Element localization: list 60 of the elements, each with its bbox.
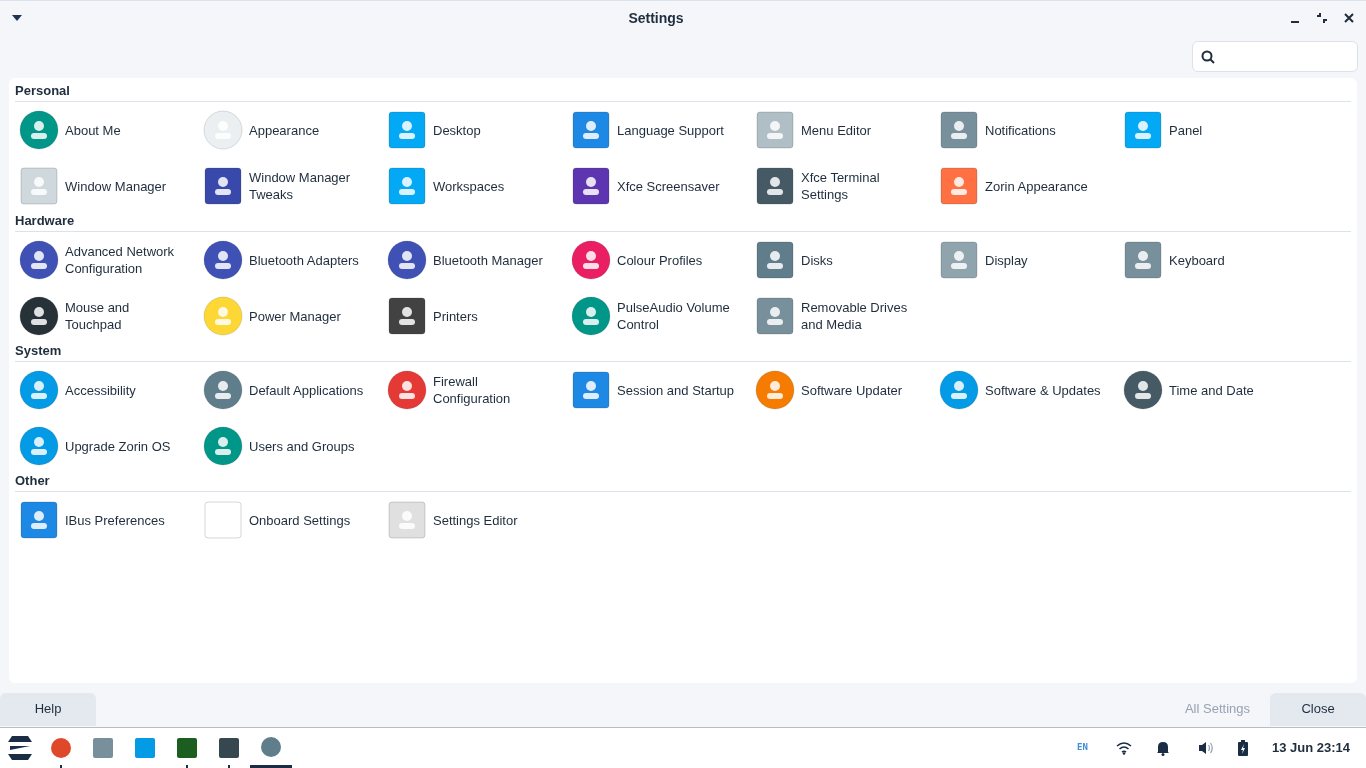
settings-item[interactable]: Time and Date bbox=[1119, 362, 1303, 418]
settings-item[interactable]: Software Updater bbox=[751, 362, 935, 418]
settings-item[interactable]: Xfce Screensaver bbox=[567, 158, 751, 214]
settings-item[interactable]: Workspaces bbox=[383, 158, 567, 214]
settings-item[interactable]: Display bbox=[935, 232, 1119, 288]
settings-item[interactable]: Desktop bbox=[383, 102, 567, 158]
search-field[interactable] bbox=[1192, 41, 1358, 72]
clock[interactable]: 13 Jun 23:14 bbox=[1271, 738, 1350, 758]
restore-icon[interactable] bbox=[1316, 12, 1328, 24]
settings-item[interactable]: Menu Editor bbox=[751, 102, 935, 158]
settings-item[interactable]: Appearance bbox=[199, 102, 383, 158]
settings-item[interactable]: Keyboard bbox=[1119, 232, 1303, 288]
running-indicator bbox=[186, 765, 188, 768]
settings-item[interactable]: Power Manager bbox=[199, 288, 383, 344]
wifi-icon[interactable] bbox=[1115, 741, 1132, 755]
section-heading: Personal bbox=[15, 81, 70, 100]
settings-item[interactable]: Software & Updates bbox=[935, 362, 1119, 418]
settings-item[interactable]: Advanced Network Configuration bbox=[15, 232, 199, 288]
settings-item[interactable]: Panel bbox=[1119, 102, 1303, 158]
help-button[interactable]: Help bbox=[0, 692, 96, 726]
settings-item[interactable]: Settings Editor bbox=[383, 492, 567, 548]
menu-caret-icon[interactable] bbox=[12, 15, 22, 21]
section-heading: Other bbox=[15, 471, 50, 490]
close-icon[interactable] bbox=[1344, 13, 1354, 23]
close-button[interactable]: Close bbox=[1270, 692, 1366, 726]
settings-item[interactable]: Colour Profiles bbox=[567, 232, 751, 288]
settings-item[interactable]: Window Manager Tweaks bbox=[199, 158, 383, 214]
running-indicator bbox=[228, 765, 230, 768]
settings-item[interactable]: Firewall Configuration bbox=[383, 362, 567, 418]
settings-item[interactable]: IBus Preferences bbox=[15, 492, 199, 548]
settings-item[interactable]: Notifications bbox=[935, 102, 1119, 158]
search-icon bbox=[1201, 49, 1215, 64]
settings-item[interactable]: Upgrade Zorin OS bbox=[15, 418, 199, 474]
settings-item[interactable]: About Me bbox=[15, 102, 199, 158]
section-heading: System bbox=[15, 341, 62, 360]
settings-item[interactable]: Accessibility bbox=[15, 362, 199, 418]
volume-icon[interactable] bbox=[1197, 741, 1214, 755]
settings-item[interactable]: Zorin Appearance bbox=[935, 158, 1119, 214]
settings-item[interactable]: Onboard Settings bbox=[199, 492, 383, 548]
settings-item[interactable]: Disks bbox=[751, 232, 935, 288]
settings-item[interactable]: Window Manager bbox=[15, 158, 199, 214]
zorin-logo-icon[interactable] bbox=[6, 735, 34, 761]
settings-item[interactable]: Bluetooth Adapters bbox=[199, 232, 383, 288]
settings-item[interactable]: Users and Groups bbox=[199, 418, 383, 474]
settings-item[interactable]: PulseAudio Volume Control bbox=[567, 288, 751, 344]
person-icon bbox=[203, 426, 243, 466]
battery-icon[interactable] bbox=[1237, 740, 1248, 756]
settings-item[interactable]: Removable Drives and Media bbox=[751, 288, 935, 344]
person-icon bbox=[19, 110, 59, 150]
settings-item[interactable]: Default Applications bbox=[199, 362, 383, 418]
settings-item[interactable]: Language Support bbox=[567, 102, 751, 158]
running-indicator bbox=[60, 765, 62, 768]
section-heading: Hardware bbox=[15, 211, 75, 230]
settings-item[interactable]: Mouse and Touchpad bbox=[15, 288, 199, 344]
settings-item[interactable]: Bluetooth Manager bbox=[383, 232, 567, 288]
settings-item[interactable]: Xfce Terminal Settings bbox=[751, 158, 935, 214]
settings-item[interactable]: Session and Startup bbox=[567, 362, 751, 418]
notification-bell-icon[interactable] bbox=[1155, 740, 1170, 756]
settings-item[interactable]: Printers bbox=[383, 288, 567, 344]
window-title: Settings bbox=[628, 8, 684, 28]
